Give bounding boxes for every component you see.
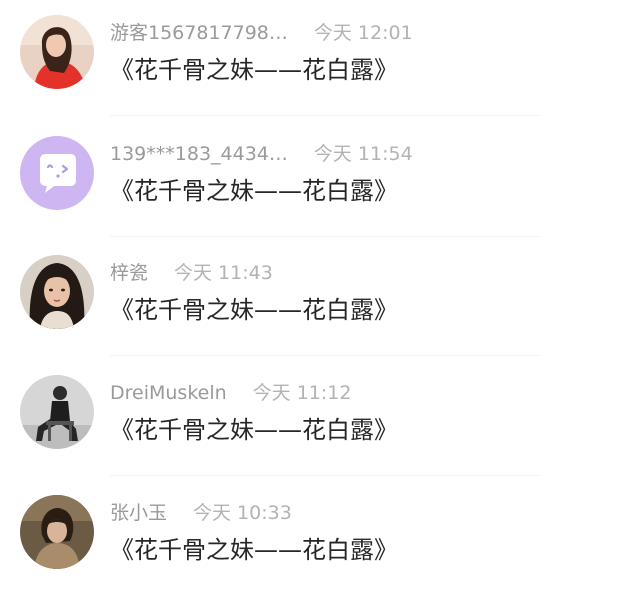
comment-list: 游客1567817798… 今天 12:01 《花千骨之妹——花白露》 139**… [0,0,640,572]
timestamp: 今天 11:43 [174,262,273,284]
chat-bubble-icon [20,136,94,210]
user-avatar[interactable] [20,375,94,449]
user-avatar[interactable] [20,495,94,569]
user-avatar[interactable] [20,136,94,210]
username[interactable]: 张小玉 [110,502,167,524]
username[interactable]: DreiMuskeln [110,382,227,404]
comment-meta: 梓瓷 今天 11:43 [110,258,273,288]
divider [110,236,540,237]
comment-item: DreiMuskeln 今天 11:12 《花千骨之妹——花白露》 [0,358,640,477]
timestamp: 今天 11:54 [313,143,413,165]
comment-item: 张小玉 今天 10:33 《花千骨之妹——花白露》 [0,478,640,597]
avatar-photo-icon [20,375,94,449]
username[interactable]: 游客1567817798… [110,22,288,44]
user-avatar[interactable] [20,255,94,329]
comment-text: 《花千骨之妹——花白露》 [110,536,398,564]
comment-item: 139***183_4434… 今天 11:54 《花千骨之妹——花白露》 [0,119,640,238]
timestamp: 今天 11:12 [252,382,352,404]
comment-item: 梓瓷 今天 11:43 《花千骨之妹——花白露》 [0,238,640,357]
username[interactable]: 139***183_4434… [110,143,288,165]
divider [110,355,540,356]
avatar-photo-icon [20,15,94,89]
username[interactable]: 梓瓷 [110,262,148,284]
timestamp: 今天 10:33 [193,502,292,524]
comment-text: 《花千骨之妹——花白露》 [110,56,398,84]
divider [110,115,540,116]
comment-meta: 游客1567817798… 今天 12:01 [110,18,413,48]
comment-meta: 张小玉 今天 10:33 [110,498,292,528]
comment-meta: 139***183_4434… 今天 11:54 [110,139,413,169]
comment-text: 《花千骨之妹——花白露》 [110,416,398,444]
avatar-photo-icon [20,495,94,569]
divider [110,475,540,476]
user-avatar[interactable] [20,15,94,89]
comment-item: 游客1567817798… 今天 12:01 《花千骨之妹——花白露》 [0,0,640,117]
comment-text: 《花千骨之妹——花白露》 [110,177,398,205]
comment-text: 《花千骨之妹——花白露》 [110,296,398,324]
timestamp: 今天 12:01 [313,22,413,44]
comment-meta: DreiMuskeln 今天 11:12 [110,378,351,408]
avatar-photo-icon [20,255,94,329]
